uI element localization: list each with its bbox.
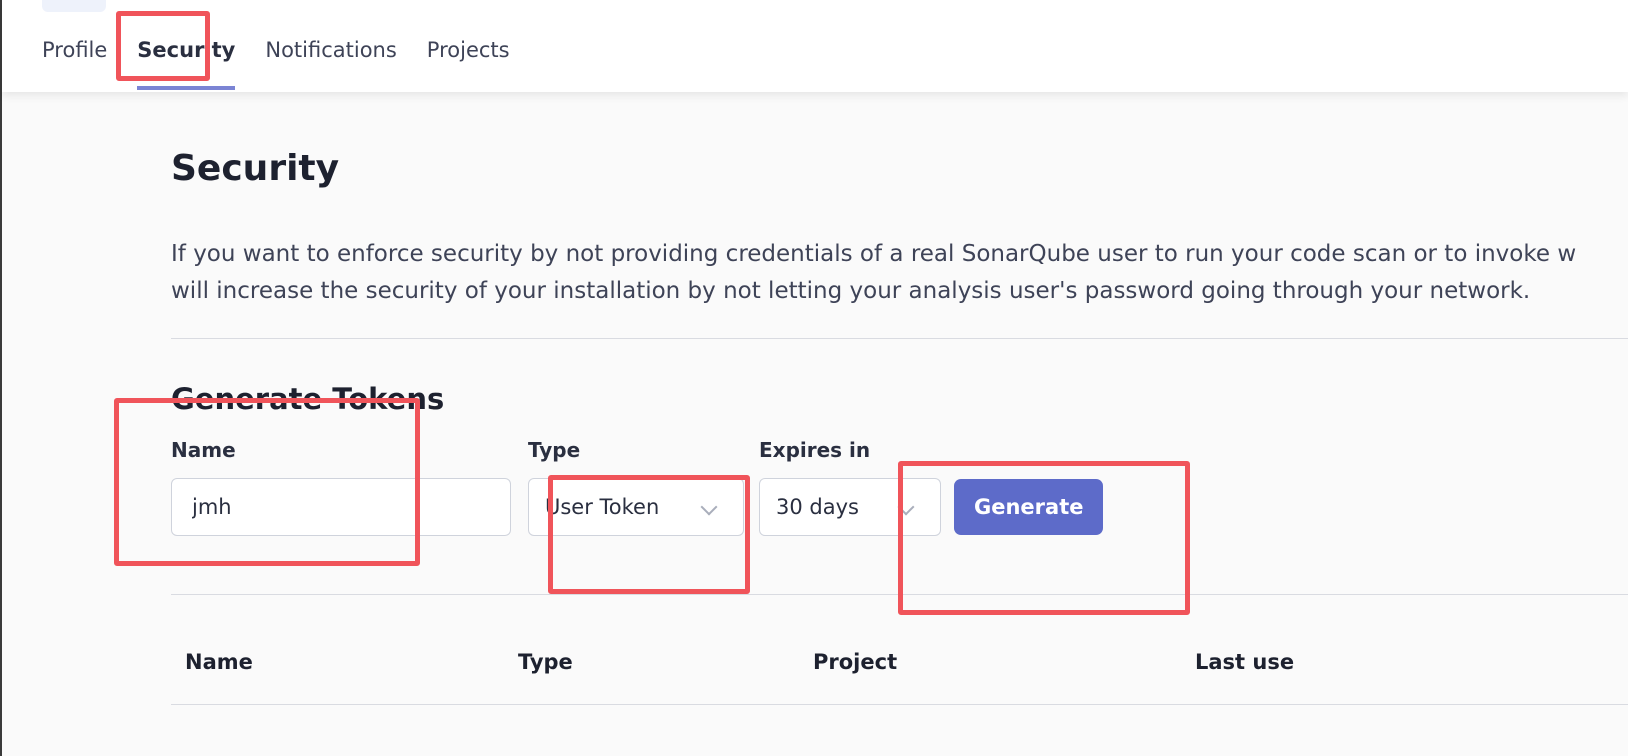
tab-security[interactable]: Security xyxy=(137,38,236,90)
chevron-down-icon xyxy=(700,498,718,516)
column-type[interactable]: Type xyxy=(518,650,573,674)
token-type-select[interactable]: User Token xyxy=(528,478,744,536)
security-description: If you want to enforce security by not p… xyxy=(171,236,1628,310)
token-type-value: User Token xyxy=(545,495,660,519)
expires-label: Expires in xyxy=(759,438,871,462)
description-line-1: If you want to enforce security by not p… xyxy=(171,241,1577,267)
name-label: Name xyxy=(171,438,236,462)
token-expiry-value: 30 days xyxy=(776,495,859,519)
generate-tokens-title: Generate Tokens xyxy=(171,382,445,416)
header-pill xyxy=(42,0,106,12)
token-name-input[interactable] xyxy=(171,478,511,536)
form-divider xyxy=(171,594,1628,595)
tab-projects[interactable]: Projects xyxy=(427,38,510,90)
tab-profile[interactable]: Profile xyxy=(42,38,107,90)
chevron-down-icon xyxy=(897,498,915,516)
column-project[interactable]: Project xyxy=(813,650,897,674)
token-expiry-select[interactable]: 30 days xyxy=(759,478,941,536)
section-divider xyxy=(171,338,1628,339)
type-label: Type xyxy=(528,438,581,462)
tokens-table-header: Name Type Project Last use xyxy=(171,640,1628,694)
tab-notifications[interactable]: Notifications xyxy=(265,38,396,90)
generate-button[interactable]: Generate xyxy=(954,479,1104,535)
table-divider xyxy=(171,704,1628,705)
account-tabs: Profile Security Notifications Projects xyxy=(42,38,540,90)
app-frame: Profile Security Notifications Projects … xyxy=(0,0,1628,756)
window-edge xyxy=(0,0,2,756)
column-last-use[interactable]: Last use xyxy=(1195,650,1294,674)
account-header: Profile Security Notifications Projects xyxy=(2,0,1628,92)
page-title: Security xyxy=(171,148,340,189)
description-line-2: will increase the security of your insta… xyxy=(171,278,1531,304)
column-name[interactable]: Name xyxy=(185,650,253,674)
